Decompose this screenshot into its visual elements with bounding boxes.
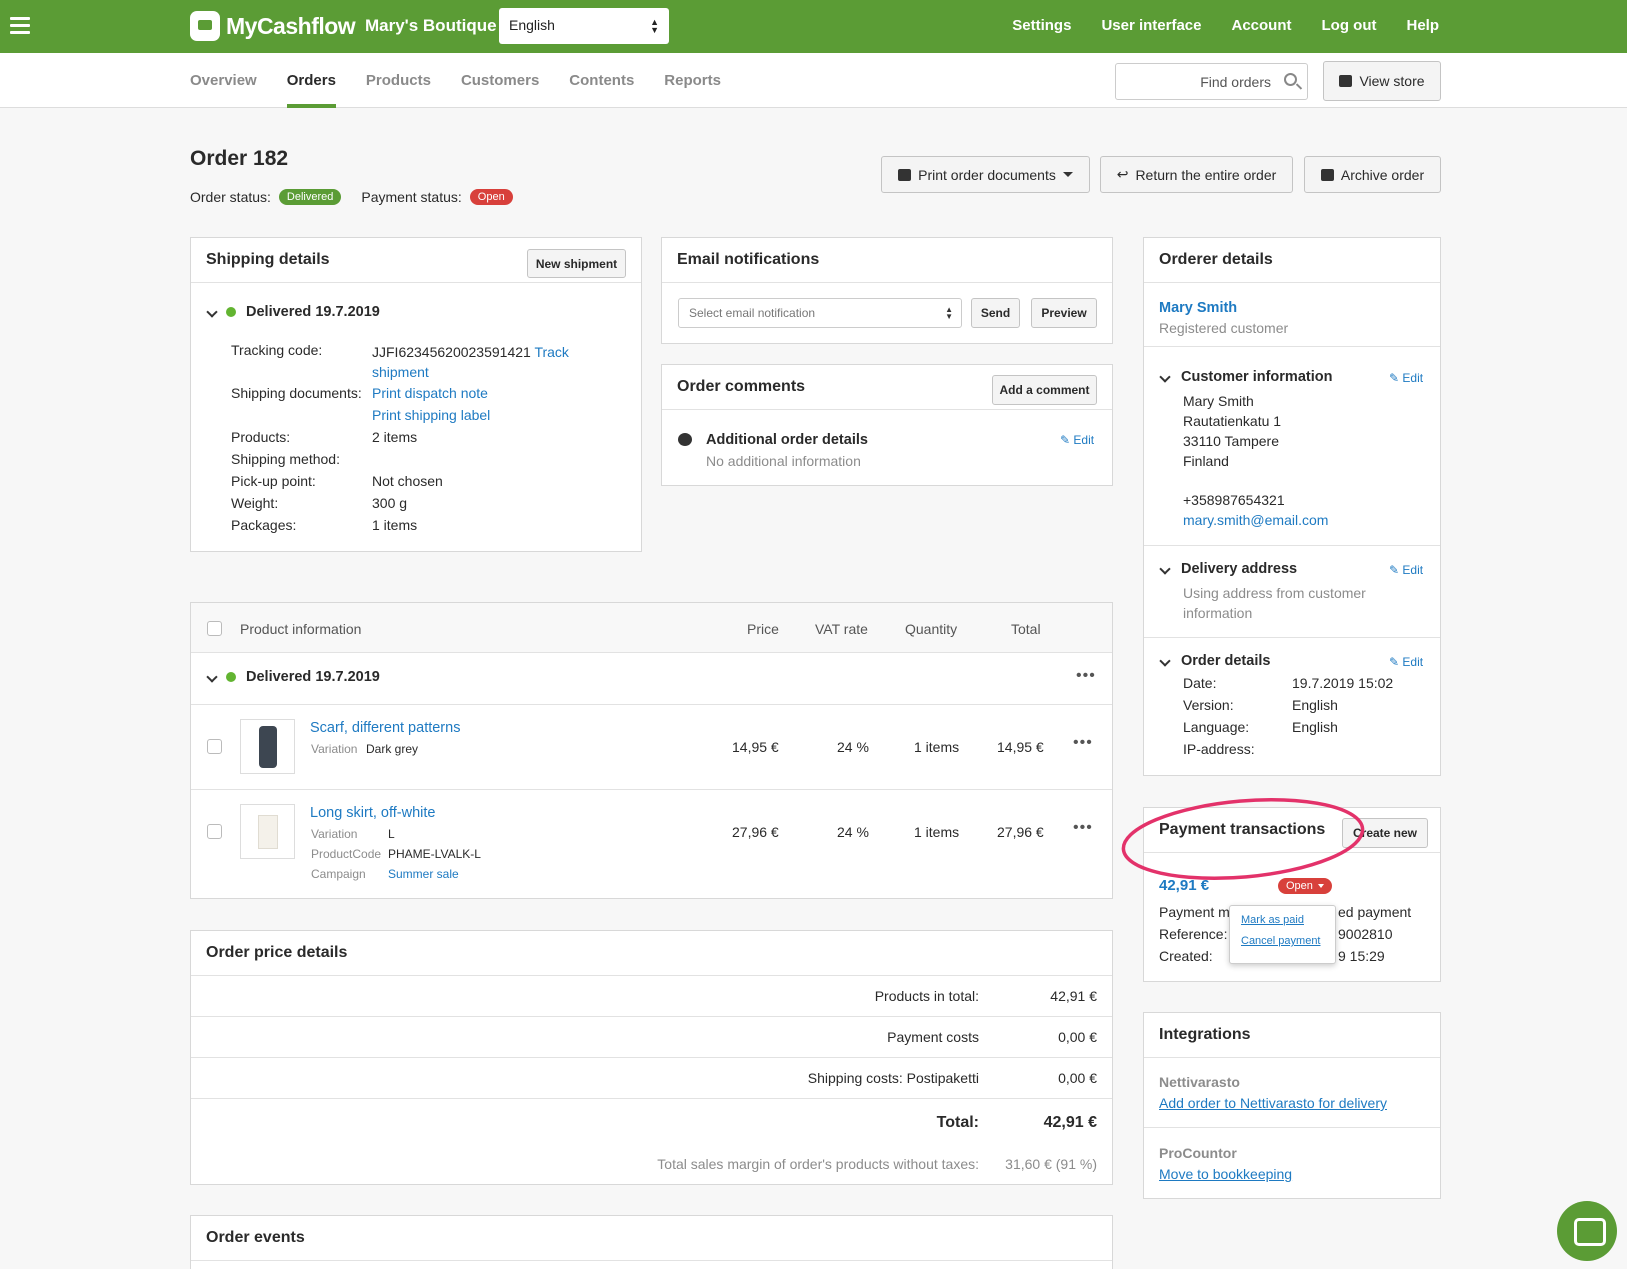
shipping-details-panel: Shipping details New shipment Delivered … [190,237,642,552]
chat-icon[interactable] [1557,1201,1617,1261]
campaign-link[interactable]: Summer sale [388,867,459,881]
customer-address: Mary Smith Rautatienkatu 1 33110 Tampere… [1183,393,1282,469]
more-icon[interactable]: ••• [1073,819,1093,837]
order-price-details-panel: Order price details Products in total: 4… [190,930,1113,1185]
preview-button[interactable]: Preview [1031,298,1097,328]
nav-help[interactable]: Help [1406,17,1439,34]
orderer-details-title: Orderer details [1144,238,1440,283]
add-comment-button[interactable]: Add a comment [992,375,1097,405]
skirt-image [258,815,278,849]
order-details-toggle[interactable]: Order details [1159,653,1270,669]
shipment-group-header[interactable]: Delivered 19.7.2019 [206,669,380,685]
search-input[interactable]: Find orders [1115,63,1308,100]
integrations-title: Integrations [1144,1013,1440,1058]
select-all-checkbox[interactable] [207,621,222,636]
edit-customer-link[interactable]: ✎ Edit [1389,371,1423,385]
customer-information-toggle[interactable]: Customer information [1159,369,1332,385]
archive-icon [1320,168,1334,181]
procountor-link[interactable]: Move to bookkeeping [1159,1166,1292,1182]
top-nav: Settings User interface Account Log out … [1012,17,1439,34]
menu-icon[interactable] [10,17,30,35]
integrations-panel: Integrations Nettivarasto Add order to N… [1143,1012,1441,1199]
print-shipping-label-link[interactable]: Print shipping label [372,407,490,423]
more-icon[interactable]: ••• [1073,734,1093,752]
customer-name-link[interactable]: Mary Smith [1159,300,1237,316]
undo-icon: ↩ [1116,166,1129,182]
products-table: Product information Price VAT rate Quant… [190,602,1113,899]
tracking-code: JJFI62345620023591421 [372,344,531,360]
brand-logo[interactable]: MyCashflow [190,11,356,41]
main-tabs: Overview Orders Products Customers Conte… [190,53,721,108]
mark-as-paid-option[interactable]: Mark as paid [1241,914,1324,926]
chevron-down-icon [206,306,218,318]
chevron-down-icon [1159,563,1171,575]
sub-nav: Overview Orders Products Customers Conte… [0,53,1627,108]
edit-comments-link[interactable]: ✎ Edit [1060,433,1094,447]
shipment-header[interactable]: Delivered 19.7.2019 [206,304,380,320]
status-dot [226,672,236,682]
payment-status-menu: Mark as paid Cancel payment [1229,905,1336,964]
product-thumbnail[interactable] [240,719,295,774]
edit-order-details-link[interactable]: ✎ Edit [1389,655,1423,669]
order-events-panel: Order events [190,1215,1113,1269]
caret-down-icon [1062,172,1073,177]
select-arrows-icon: ▲ ▼ [945,305,953,321]
email-notification-select[interactable]: Select email notification ▲ ▼ [678,298,962,328]
return-order-button[interactable]: ↩ Return the entire order [1100,156,1293,193]
chevron-down-icon [1159,371,1171,383]
nav-settings[interactable]: Settings [1012,17,1071,34]
orderer-details-panel: Orderer details Mary Smith Registered cu… [1143,237,1441,776]
product-name-link[interactable]: Long skirt, off-white [310,805,435,821]
nettivarasto-link[interactable]: Add order to Nettivarasto for delivery [1159,1095,1387,1111]
nav-log-out[interactable]: Log out [1322,17,1377,34]
tab-orders[interactable]: Orders [286,53,337,108]
chevron-down-icon [1159,655,1171,667]
select-arrows-icon: ▲ ▼ [650,17,659,35]
search-icon [1284,73,1297,86]
tab-customers[interactable]: Customers [461,53,539,108]
comment-icon [678,433,692,446]
scarf-image [259,726,277,768]
tab-contents[interactable]: Contents [569,53,634,108]
email-notifications-title: Email notifications [662,238,1112,283]
email-notifications-panel: Email notifications Select email notific… [661,237,1113,344]
print-order-documents-button[interactable]: Print order documents [881,156,1090,193]
new-shipment-button[interactable]: New shipment [527,249,626,278]
cancel-payment-option[interactable]: Cancel payment [1241,935,1324,947]
print-dispatch-note-link[interactable]: Print dispatch note [372,385,488,401]
order-total: 42,91 € [1043,1114,1097,1131]
nav-user-interface[interactable]: User interface [1101,17,1201,34]
order-comments-panel: Order comments Add a comment Additional … [661,364,1113,486]
price-details-title: Order price details [191,931,1112,976]
status-dot [226,307,236,317]
more-icon[interactable]: ••• [1076,667,1096,685]
view-store-button[interactable]: View store [1323,61,1441,101]
order-status-line: Order status: Delivered Payment status: … [190,189,513,205]
row-checkbox[interactable] [207,824,222,839]
product-thumbnail[interactable] [240,804,295,859]
tab-reports[interactable]: Reports [664,53,721,108]
send-button[interactable]: Send [971,298,1020,328]
tab-products[interactable]: Products [366,53,431,108]
payment-status-badge: Open [469,189,513,205]
order-events-title: Order events [191,1216,1112,1261]
language-select[interactable]: English ▲ ▼ [499,8,669,44]
cart-icon [190,11,220,41]
archive-order-button[interactable]: Archive order [1304,156,1441,193]
edit-delivery-link[interactable]: ✎ Edit [1389,563,1423,577]
top-bar: MyCashflow Mary's Boutique English ▲ ▼ Set… [0,0,1627,53]
store-icon [1339,75,1353,87]
tab-overview[interactable]: Overview [190,53,257,108]
chevron-down-icon [206,671,218,683]
page-title: Order 182 [190,147,289,170]
nav-account[interactable]: Account [1232,17,1292,34]
delivery-address-toggle[interactable]: Delivery address [1159,561,1297,577]
product-name-link[interactable]: Scarf, different patterns [310,720,460,736]
store-name: Mary's Boutique [365,16,497,35]
order-status-badge: Delivered [278,189,342,205]
highlight-annotation [1121,797,1365,881]
printer-icon [898,168,912,181]
customer-email-link[interactable]: mary.smith@email.com [1183,512,1328,528]
row-checkbox[interactable] [207,739,222,754]
